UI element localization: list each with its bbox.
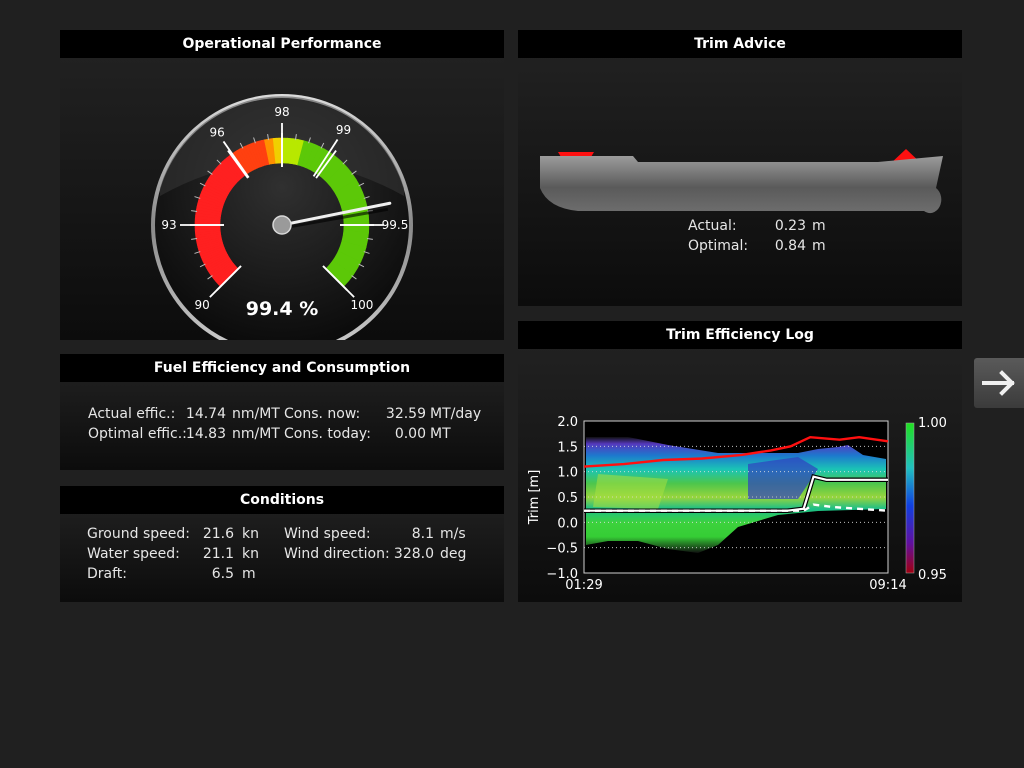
cons-now-value: 32.59 bbox=[385, 406, 426, 422]
draft-value: 6.5 bbox=[211, 566, 234, 582]
panel-title: Conditions bbox=[60, 486, 504, 514]
cons-today-unit: MT bbox=[430, 426, 451, 442]
cons-today-value: 0.00 bbox=[394, 426, 426, 442]
actual-efficiency-value: 14.74 bbox=[185, 406, 226, 422]
wind-speed-value: 8.1 bbox=[411, 526, 434, 542]
water-speed-label: Water speed: bbox=[87, 546, 180, 562]
trim-optimal-value: 0.84 bbox=[774, 238, 806, 254]
conditions-panel: Conditions Ground speed: 21.6 kn Wind sp… bbox=[60, 486, 504, 602]
gauge-tick-label: 96 bbox=[210, 125, 225, 139]
panel-title: Operational Performance bbox=[60, 30, 504, 58]
trim-efficiency-log-panel: Trim Efficiency Log 2.0 1.5 1.0 0.5 0.0 … bbox=[518, 321, 962, 602]
panel-title: Trim Advice bbox=[518, 30, 962, 58]
optimal-efficiency-unit: nm/MT bbox=[232, 426, 280, 442]
gauge-readout: 99.4 % bbox=[246, 298, 319, 320]
actual-efficiency-label: Actual effic.: bbox=[88, 406, 176, 422]
arrow-right-icon bbox=[982, 370, 1015, 396]
wind-speed-unit: m/s bbox=[440, 526, 466, 542]
gauge-tick-label: 99.5 bbox=[382, 218, 409, 232]
fuel-efficiency-panel: Fuel Efficiency and Consumption Actual e… bbox=[60, 354, 504, 470]
y-tick-label: 2.0 bbox=[557, 415, 578, 430]
y-tick-label: 0.5 bbox=[557, 491, 578, 506]
cons-now-unit: MT/day bbox=[430, 406, 482, 422]
trim-unit: m bbox=[812, 238, 826, 254]
trim-unit: m bbox=[812, 218, 826, 234]
trim-actual-label: Actual: bbox=[688, 218, 737, 234]
wind-direction-unit: deg bbox=[440, 546, 467, 562]
trim-actual-value: 0.23 bbox=[774, 218, 806, 234]
wind-direction-label: Wind direction: bbox=[284, 546, 390, 562]
trim-efficiency-chart: 2.01.51.00.50.0−0.5−1.0 Trim [m] 01:29 0… bbox=[527, 415, 947, 593]
gauge-tick-label: 90 bbox=[194, 298, 209, 312]
panel-title: Fuel Efficiency and Consumption bbox=[60, 354, 504, 382]
trim-optimal-label: Optimal: bbox=[688, 238, 749, 254]
colorbar-max-label: 1.00 bbox=[918, 416, 947, 431]
water-speed-value: 21.1 bbox=[202, 546, 234, 562]
cons-today-label: Cons. today: bbox=[284, 426, 371, 442]
ground-speed-unit: kn bbox=[242, 526, 259, 542]
cons-now-label: Cons. now: bbox=[284, 406, 361, 422]
ground-speed-value: 21.6 bbox=[202, 526, 234, 542]
draft-unit: m bbox=[242, 566, 256, 582]
wind-direction-value: 328.0 bbox=[393, 546, 434, 562]
ground-speed-label: Ground speed: bbox=[87, 526, 190, 542]
draft-label: Draft: bbox=[87, 566, 128, 582]
gauge-tick-label: 100 bbox=[350, 298, 373, 312]
panel-title: Trim Efficiency Log bbox=[518, 321, 962, 349]
efficiency-gauge: 90 93 96 98 99 99.5 100 99.4 % bbox=[151, 94, 413, 340]
x-tick-label: 01:29 bbox=[565, 578, 602, 593]
x-tick-label: 09:14 bbox=[869, 578, 906, 593]
actual-efficiency-unit: nm/MT bbox=[232, 406, 280, 422]
trim-advice-panel: Trim Advice Actual: 0.23 m Optimal: 0.84… bbox=[518, 30, 962, 306]
wind-speed-label: Wind speed: bbox=[284, 526, 371, 542]
colorbar bbox=[905, 422, 915, 574]
colorbar-min-label: 0.95 bbox=[918, 568, 947, 583]
y-tick-label: −0.5 bbox=[546, 542, 578, 557]
next-page-button[interactable] bbox=[974, 358, 1024, 408]
gauge-tick-label: 93 bbox=[161, 218, 176, 232]
water-speed-unit: kn bbox=[242, 546, 259, 562]
operational-performance-panel: Operational Performance 90 93 96 98 99 9… bbox=[60, 30, 504, 340]
gauge-tick-label: 98 bbox=[274, 105, 289, 119]
y-axis-label: Trim [m] bbox=[527, 470, 542, 526]
y-tick-label: 1.5 bbox=[557, 440, 578, 455]
y-tick-label: 1.0 bbox=[557, 466, 578, 481]
optimal-efficiency-value: 14.83 bbox=[185, 426, 226, 442]
gauge-tick-label: 99 bbox=[336, 123, 351, 137]
ship-hull bbox=[540, 156, 943, 214]
ship-trim-illustration bbox=[540, 149, 943, 214]
needle-hub bbox=[272, 215, 292, 235]
y-tick-label: 0.0 bbox=[557, 516, 578, 531]
